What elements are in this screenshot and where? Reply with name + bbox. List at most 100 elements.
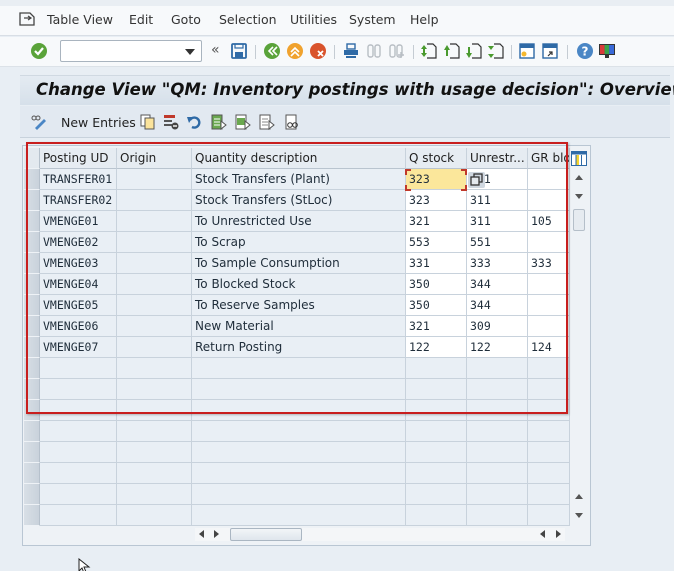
copy-value-icon[interactable] [468,172,485,188]
command-field[interactable] [60,40,202,62]
help-icon[interactable]: ? [576,42,594,60]
cell-q-stock[interactable]: 350 [406,274,467,295]
row-selector[interactable] [24,253,40,274]
row-selector[interactable] [24,295,40,316]
row-selector[interactable] [24,316,40,337]
row-selector[interactable] [24,505,40,526]
cell-q-stock[interactable]: 122 [406,337,467,358]
cell-unrestr[interactable]: 309 [467,316,528,337]
cell-gr-bloc[interactable] [528,190,570,211]
cell-unrestr[interactable]: 551 [467,232,528,253]
row-selector[interactable] [24,169,40,190]
menu-help[interactable]: Help [410,12,439,27]
undo-change-icon[interactable] [186,114,202,130]
empty-cell [528,463,570,484]
row-selector[interactable] [24,379,40,400]
scroll-right-icon[interactable] [214,530,219,538]
horizontal-scrollbar-thumb[interactable] [230,528,302,541]
scroll-down-icon[interactable] [573,190,585,202]
select-block-icon[interactable] [235,114,251,130]
next-page-icon[interactable] [465,42,483,60]
cell-unrestr[interactable]: 311 [467,190,528,211]
scroll-left-icon[interactable] [199,530,204,538]
menu-system[interactable]: System [349,12,396,27]
menu-selection[interactable]: Selection [219,12,277,27]
column-header[interactable]: Posting UD [40,148,117,169]
exit-icon[interactable] [286,42,304,60]
row-selector[interactable] [24,337,40,358]
menu-goto[interactable]: Goto [171,12,201,27]
scroll-column-right-icon[interactable] [556,530,561,538]
scroll-page-up-icon[interactable] [573,491,585,503]
command-field-dropdown[interactable] [185,49,195,55]
menu-table-view[interactable]: Table View [47,12,113,27]
column-header[interactable]: Q stock [406,148,467,169]
row-selector[interactable] [24,274,40,295]
menu-icon[interactable] [19,12,35,26]
save-icon[interactable] [230,42,248,60]
menu-edit[interactable]: Edit [129,12,153,27]
cell-unrestr[interactable]: 122 [467,337,528,358]
vertical-scrollbar-thumb[interactable] [573,209,585,231]
customize-layout-icon[interactable] [598,42,616,60]
row-selector[interactable] [24,358,40,379]
row-selector[interactable] [24,400,40,421]
menu-utilities[interactable]: Utilities [290,12,337,27]
row-selector[interactable] [24,211,40,232]
create-session-icon[interactable] [518,42,536,60]
empty-cell [192,463,406,484]
cell-gr-bloc[interactable]: 333 [528,253,570,274]
cell-q-stock[interactable]: 331 [406,253,467,274]
find-icon[interactable] [365,42,383,60]
cell-gr-bloc[interactable]: 105 [528,211,570,232]
collapse-icon[interactable]: « [211,42,220,58]
cell-gr-bloc[interactable] [528,169,570,190]
cell-q-stock[interactable]: 553 [406,232,467,253]
row-selector[interactable] [24,421,40,442]
delete-icon[interactable] [163,114,179,130]
cell-gr-bloc[interactable] [528,232,570,253]
first-page-icon[interactable] [420,42,438,60]
previous-page-icon[interactable] [443,42,461,60]
print-icon[interactable] [342,42,360,60]
back-icon[interactable] [263,42,281,60]
focused-cell[interactable]: 323 [406,169,467,190]
cell-q-stock[interactable]: 321 [406,316,467,337]
cell-gr-bloc[interactable] [528,295,570,316]
row-selector[interactable] [24,442,40,463]
cell-gr-bloc[interactable] [528,274,570,295]
cell-unrestr[interactable]: 311 [467,211,528,232]
scroll-up-icon[interactable] [573,172,585,184]
select-all-icon[interactable] [211,114,227,130]
cell-unrestr[interactable]: 344 [467,274,528,295]
select-all-rows-button[interactable] [24,148,40,169]
cell-unrestr[interactable]: 333 [467,253,528,274]
cell-gr-bloc[interactable]: 124 [528,337,570,358]
cell-q-stock[interactable]: 323 [406,190,467,211]
display-change-icon[interactable] [31,114,47,130]
deselect-all-icon[interactable] [259,114,275,130]
table-settings-icon[interactable] [571,151,587,166]
new-entries-button[interactable]: New Entries [61,115,136,130]
generate-shortcut-icon[interactable] [541,42,559,60]
row-selector[interactable] [24,463,40,484]
cancel-icon[interactable] [309,42,327,60]
row-selector[interactable] [24,190,40,211]
column-header[interactable]: Origin [117,148,192,169]
scroll-column-left-icon[interactable] [540,530,545,538]
enter-icon[interactable] [30,42,48,60]
print-view-icon[interactable] [284,114,300,130]
last-page-icon[interactable] [487,42,505,60]
copy-as-icon[interactable] [140,114,156,130]
cell-q-stock[interactable]: 350 [406,295,467,316]
row-selector[interactable] [24,484,40,505]
find-next-icon[interactable] [388,42,406,60]
cell-q-stock[interactable]: 321 [406,211,467,232]
column-header[interactable]: GR bloc [528,148,570,169]
row-selector[interactable] [24,232,40,253]
cell-gr-bloc[interactable] [528,316,570,337]
column-header[interactable]: Quantity description [192,148,406,169]
cell-unrestr[interactable]: 344 [467,295,528,316]
scroll-page-down-icon[interactable] [573,509,585,521]
column-header[interactable]: Unrestr... [467,148,528,169]
